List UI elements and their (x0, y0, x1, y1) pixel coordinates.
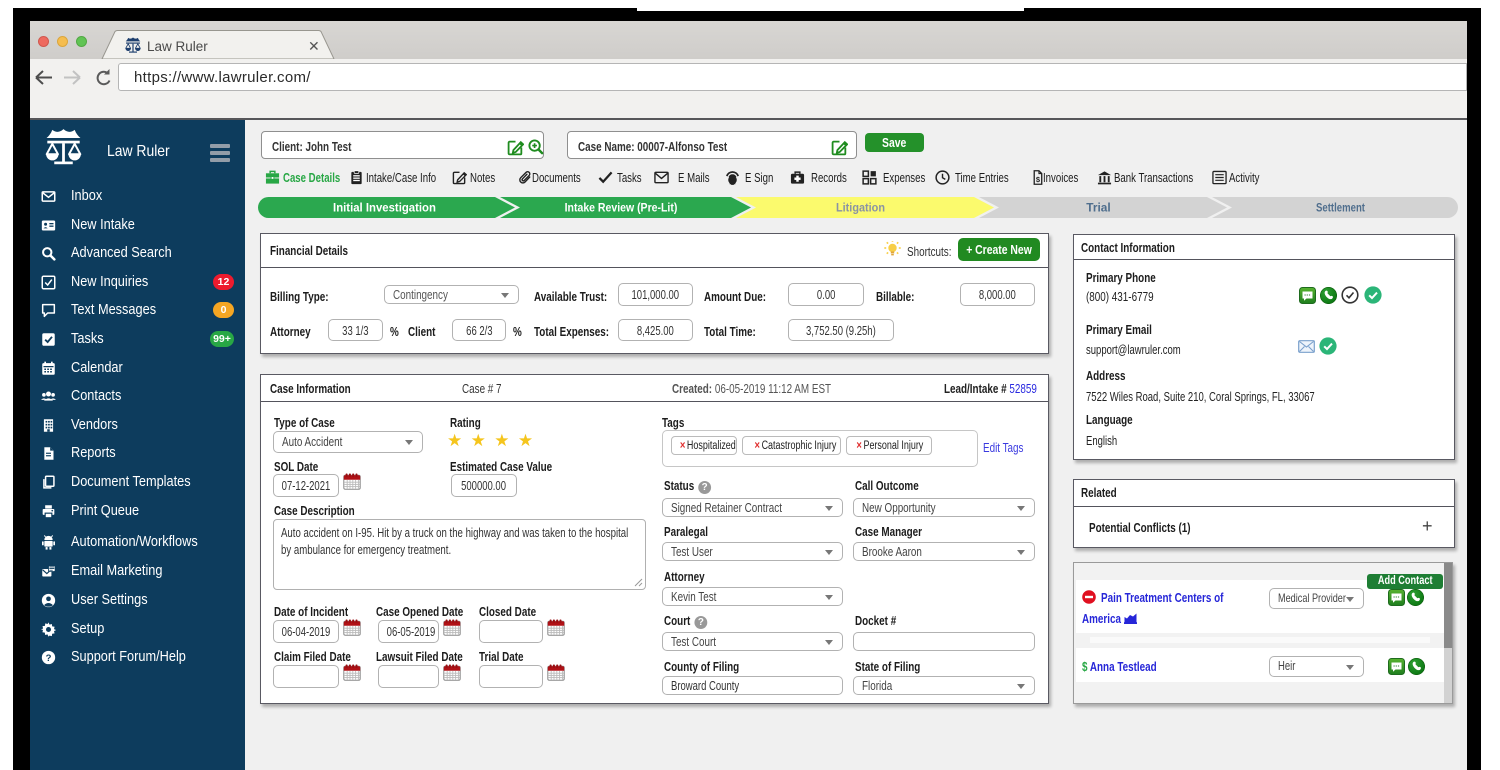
svg-text:Intake Review (Pre-Lit): Intake Review (Pre-Lit) (565, 201, 678, 215)
svg-text:$: $ (1036, 175, 1041, 184)
svg-text:?: ? (46, 653, 52, 664)
svg-text:Initial Investigation: Initial Investigation (333, 201, 436, 215)
svg-text:Trial: Trial (1086, 201, 1111, 215)
svg-text:Litigation: Litigation (836, 201, 885, 215)
svg-text:Settlement: Settlement (1316, 201, 1365, 215)
